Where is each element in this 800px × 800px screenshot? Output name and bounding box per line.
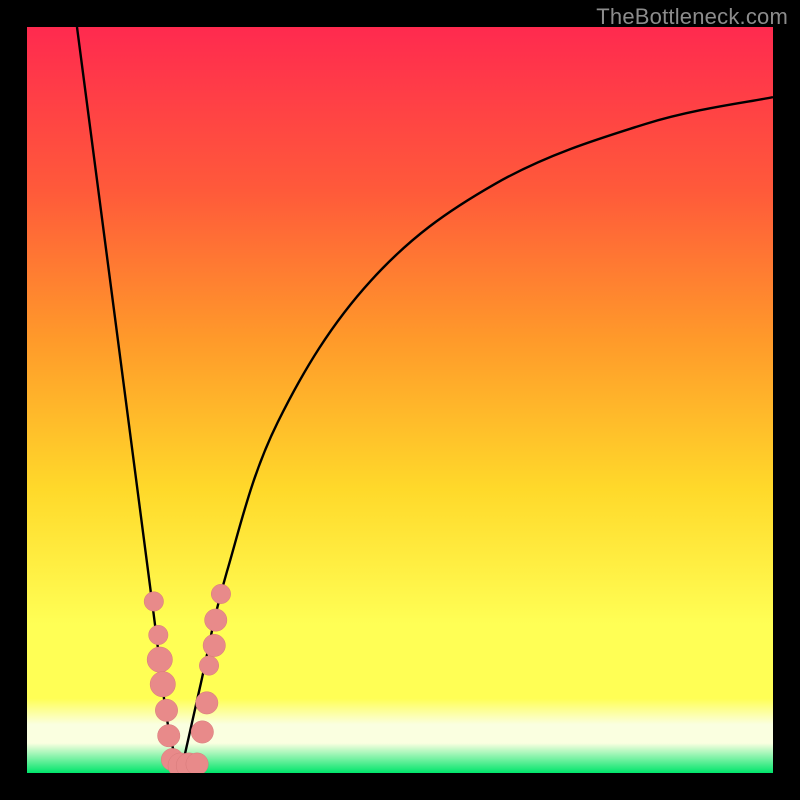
data-point [199,656,218,675]
data-point [211,584,230,603]
gradient-background [27,27,773,773]
data-point [186,753,208,773]
data-point [150,672,175,697]
plot-area [27,27,773,773]
data-point [147,647,172,672]
chart-svg [27,27,773,773]
data-point [205,609,227,631]
chart-frame: TheBottleneck.com [0,0,800,800]
data-point [158,725,180,747]
data-point [149,625,168,644]
data-point [196,692,218,714]
data-point [191,721,213,743]
data-point [203,634,225,656]
data-point [144,592,163,611]
data-point [155,699,177,721]
